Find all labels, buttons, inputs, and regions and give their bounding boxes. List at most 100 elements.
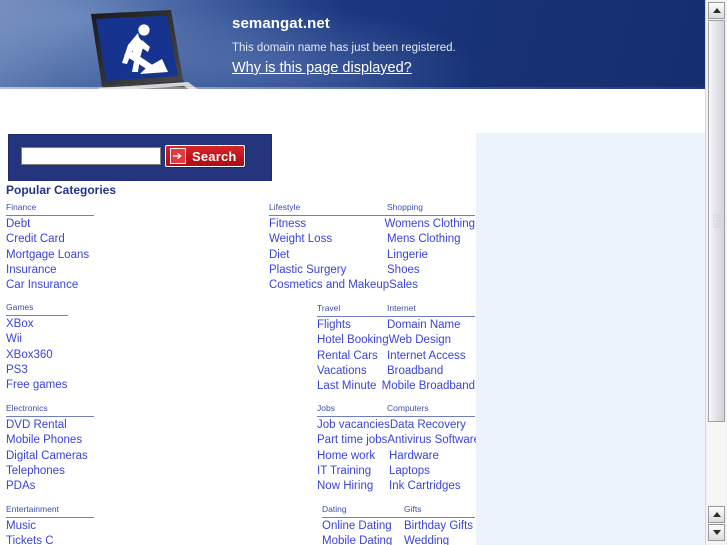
category-rule [269,215,475,216]
registration-note: This domain name has just been registere… [232,42,456,54]
category-link[interactable]: PDAs [6,479,94,494]
category-heading: Dating [322,504,347,514]
category-heading: Finance [6,202,37,212]
category-link[interactable]: Mens Clothing [387,232,461,247]
category-group-lifestyle-shopping: Lifestyle Shopping Fitness Womens Clothi… [269,202,475,293]
category-link[interactable]: Womens Clothing [384,217,475,232]
category-link[interactable]: Telephones [6,464,94,479]
scrollbar-track[interactable] [708,20,725,504]
category-link[interactable]: Internet Access [387,349,466,364]
category-link[interactable]: Antivirus Software [387,433,480,448]
category-link-row: Rental Cars Internet Access [317,349,475,364]
category-link[interactable]: Last Minute [317,379,382,394]
category-link-row: Plastic Surgery Shoes [269,263,475,278]
category-heading: Travel [317,303,341,313]
category-link[interactable]: DVD Rental [6,418,94,433]
vertical-scrollbar[interactable] [705,0,727,545]
category-link[interactable]: Flights [317,318,387,333]
category-link-row: IT Training Laptops [317,464,475,479]
category-link-row: Online Dating Birthday Gifts [322,519,475,534]
category-link-row: Mobile Dating Wedding [322,534,475,545]
category-heading: Shopping [387,202,423,212]
category-group-electronics: Electronics DVD Rental Mobile Phones Dig… [6,403,94,494]
sidebar-ad-panel [476,133,705,545]
scrollbar-thumb[interactable] [708,20,725,422]
scroll-down-button[interactable] [708,524,725,541]
category-link[interactable]: Digital Cameras [6,449,94,464]
header-banner: semangat.net This domain name has just b… [0,0,705,89]
why-is-this-page-displayed-link[interactable]: Why is this page displayed? [232,59,412,77]
search-button[interactable]: Search [165,145,245,167]
category-link[interactable]: Wedding [404,534,449,545]
category-link[interactable]: Free games [6,378,68,393]
category-link[interactable]: XBox360 [6,348,68,363]
category-link[interactable]: Now Hiring [317,479,389,494]
category-link[interactable]: Part time jobs [317,433,387,448]
popular-categories-heading: Popular Categories [6,183,117,197]
category-link[interactable]: Job vacancies [317,418,390,433]
category-heading: Electronics [6,403,48,413]
header-text-block: semangat.net This domain name has just b… [232,16,672,77]
category-link[interactable]: Mobile Dating [322,534,404,545]
category-link[interactable]: IT Training [317,464,389,479]
category-link[interactable]: Hardware [389,449,439,464]
scroll-up-button[interactable] [708,2,725,19]
category-link[interactable]: Diet [269,248,387,263]
category-link[interactable]: XBox [6,317,68,332]
category-group-jobs-computers: Jobs Computers Job vacancies Data Recove… [317,403,480,494]
banner-bottom-edge [0,87,705,89]
category-link-row: Home work Hardware [317,449,475,464]
category-link[interactable]: Ink Cartridges [389,479,461,494]
page-viewport: semangat.net This domain name has just b… [0,0,705,545]
category-link-row: Last Minute Mobile Broadband [317,379,475,394]
category-link[interactable]: Music [6,519,94,534]
category-link[interactable]: Domain Name [387,318,461,333]
category-link[interactable]: Hotel Booking [317,333,389,348]
category-link[interactable]: Laptops [389,464,430,479]
category-link[interactable]: Lingerie [387,248,428,263]
category-link[interactable]: Sales [389,278,418,293]
scroll-up-button-bottom[interactable] [708,506,725,523]
category-group-games: Games XBox Wii XBox360 PS3 Free games [6,302,68,393]
category-link[interactable]: Shoes [387,263,420,278]
category-rule [317,316,475,317]
category-link[interactable]: Debt [6,217,94,232]
category-link[interactable]: Car Insurance [6,278,94,293]
scroll-up-arrow-icon [712,8,721,13]
scroll-down-arrow-icon [712,530,721,535]
category-group-travel-internet: Travel Internet Flights Domain Name Hote… [317,303,475,394]
category-link[interactable]: Vacations [317,364,387,379]
category-link[interactable]: Home work [317,449,389,464]
category-heading-row: Dating Gifts [322,504,475,517]
category-rule [6,215,94,216]
category-link[interactable]: Wii [6,332,68,347]
category-link[interactable]: PS3 [6,363,68,378]
category-link[interactable]: Data Recovery [390,418,466,433]
category-link-row: Weight Loss Mens Clothing [269,232,475,247]
category-rule [6,315,68,316]
category-heading-row: Jobs Computers [317,403,475,416]
category-link[interactable]: Weight Loss [269,232,387,247]
category-link[interactable]: Tickets C [6,534,94,545]
category-link-row: Vacations Broadband [317,364,475,379]
category-link[interactable]: Mortgage Loans [6,248,94,263]
category-link-row: Cosmetics and Makeup Sales [269,278,475,293]
category-link[interactable]: Credit Card [6,232,94,247]
category-heading: Entertainment [6,504,59,514]
category-link[interactable]: Insurance [6,263,94,278]
category-link[interactable]: Birthday Gifts [404,519,473,534]
category-link[interactable]: Plastic Surgery [269,263,387,278]
category-link[interactable]: Mobile Phones [6,433,94,448]
search-input[interactable] [21,147,161,165]
scrollbar-grip-icon [712,213,721,229]
category-heading-row: Travel Internet [317,303,475,316]
category-link[interactable]: Rental Cars [317,349,387,364]
category-link[interactable]: Broadband [387,364,443,379]
category-rule [317,416,475,417]
category-link[interactable]: Mobile Broadband [382,379,475,394]
category-link[interactable]: Online Dating [322,519,404,534]
domain-name-title: semangat.net [232,15,330,32]
category-link[interactable]: Cosmetics and Makeup [269,278,389,293]
category-link[interactable]: Web Design [389,333,451,348]
category-link[interactable]: Fitness [269,217,384,232]
